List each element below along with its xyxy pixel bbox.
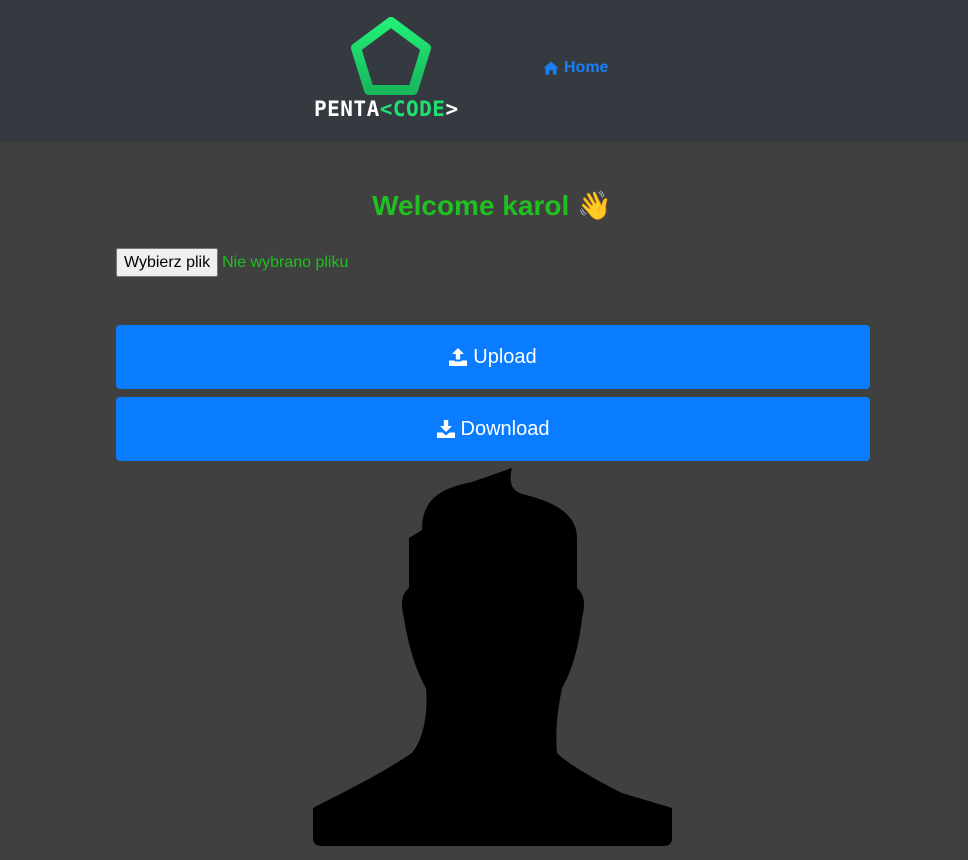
brand-text-penta: PENTA xyxy=(314,97,380,121)
choose-file-button[interactable]: Wybierz plik xyxy=(116,248,219,277)
nav-home-label: Home xyxy=(564,59,609,76)
brand-text: PENTA<CODE> xyxy=(314,98,459,120)
avatar-silhouette xyxy=(313,468,672,846)
brand-text-close: > xyxy=(445,97,459,121)
upload-button[interactable]: Upload xyxy=(116,325,870,389)
welcome-heading: Welcome karol 👋 xyxy=(0,188,968,224)
upload-icon xyxy=(449,348,468,366)
download-button[interactable]: Download xyxy=(116,397,870,461)
download-icon xyxy=(436,420,455,438)
brand-logo[interactable]: PENTA<CODE> xyxy=(312,16,468,124)
file-input[interactable]: Wybierz plik Nie wybrano pliku xyxy=(116,248,348,277)
brand-text-code: <CODE xyxy=(379,97,446,121)
wave-emoji: 👋 xyxy=(577,189,612,222)
upload-label: Upload xyxy=(473,345,537,368)
file-status-text: Nie wybrano pliku xyxy=(222,253,349,271)
nav-home-link[interactable]: Home xyxy=(543,58,608,78)
pentagon-logo-icon xyxy=(351,17,431,95)
navbar: PENTA<CODE> Home xyxy=(0,0,968,142)
welcome-text: Welcome karol xyxy=(372,190,570,221)
download-label: Download xyxy=(460,417,550,440)
home-icon xyxy=(543,61,559,75)
